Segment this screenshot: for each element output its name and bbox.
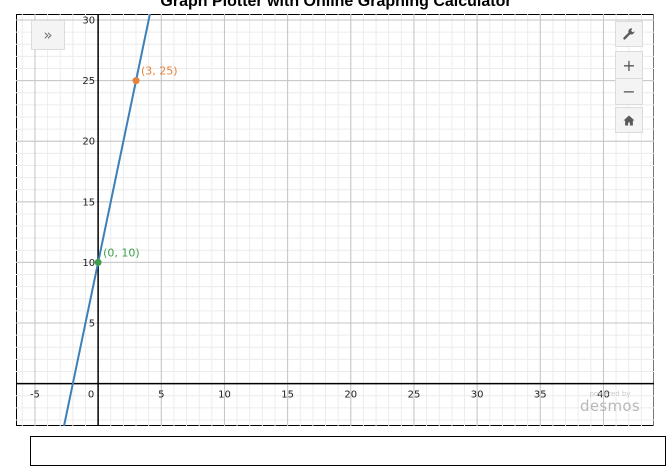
series-line — [63, 14, 151, 426]
answer-input-box[interactable] — [30, 436, 666, 466]
data-point — [132, 77, 140, 85]
page-title: Graph Plotter with Online Graphing Calcu… — [160, 0, 512, 10]
minus-icon: − — [622, 82, 636, 101]
double-chevron-right-icon: » — [43, 26, 53, 44]
y-tick-label: 20 — [82, 137, 95, 148]
x-tick-label: 0 — [88, 390, 94, 401]
x-tick-label: 10 — [218, 390, 231, 401]
x-tick-label: 25 — [408, 390, 421, 401]
series-layer — [63, 14, 151, 426]
desmos-logo-text: desmos — [580, 397, 640, 415]
data-point-label: (3, 25) — [141, 65, 178, 78]
minor-grid — [16, 14, 654, 426]
x-tick-label: -5 — [30, 390, 40, 401]
wrench-icon — [623, 28, 635, 40]
y-tick-label: 30 — [82, 16, 95, 27]
expand-panel-button[interactable]: » — [31, 20, 65, 50]
plus-icon: + — [622, 55, 636, 75]
y-tick-label: 25 — [82, 76, 95, 87]
home-icon — [623, 115, 635, 125]
y-tick-label: 10 — [82, 258, 95, 269]
major-grid — [16, 14, 654, 426]
y-tick-label: 15 — [82, 197, 95, 208]
graph-canvas[interactable]: -5 0 5 10 15 20 25 30 35 4051015202530 (0, 10)(3,… — [16, 14, 654, 426]
y-tick-label: 5 — [89, 319, 95, 330]
x-tick-label: 30 — [471, 390, 484, 401]
desmos-branding[interactable]: powered by desmos — [580, 390, 640, 414]
zoom-in-button[interactable]: + — [615, 51, 643, 78]
x-tick-label: 5 — [158, 390, 164, 401]
x-tick-label: 20 — [344, 390, 357, 401]
graph-settings-button[interactable] — [615, 21, 643, 47]
data-point — [94, 258, 102, 266]
tick-labels: -5 0 5 10 15 20 25 30 35 4051015202530 — [30, 16, 610, 401]
x-tick-label: 35 — [534, 390, 547, 401]
default-view-button[interactable] — [615, 107, 643, 133]
zoom-out-button[interactable]: − — [615, 78, 643, 105]
x-tick-label: 15 — [281, 390, 294, 401]
data-point-label: (0, 10) — [103, 246, 140, 259]
axes — [16, 14, 654, 426]
